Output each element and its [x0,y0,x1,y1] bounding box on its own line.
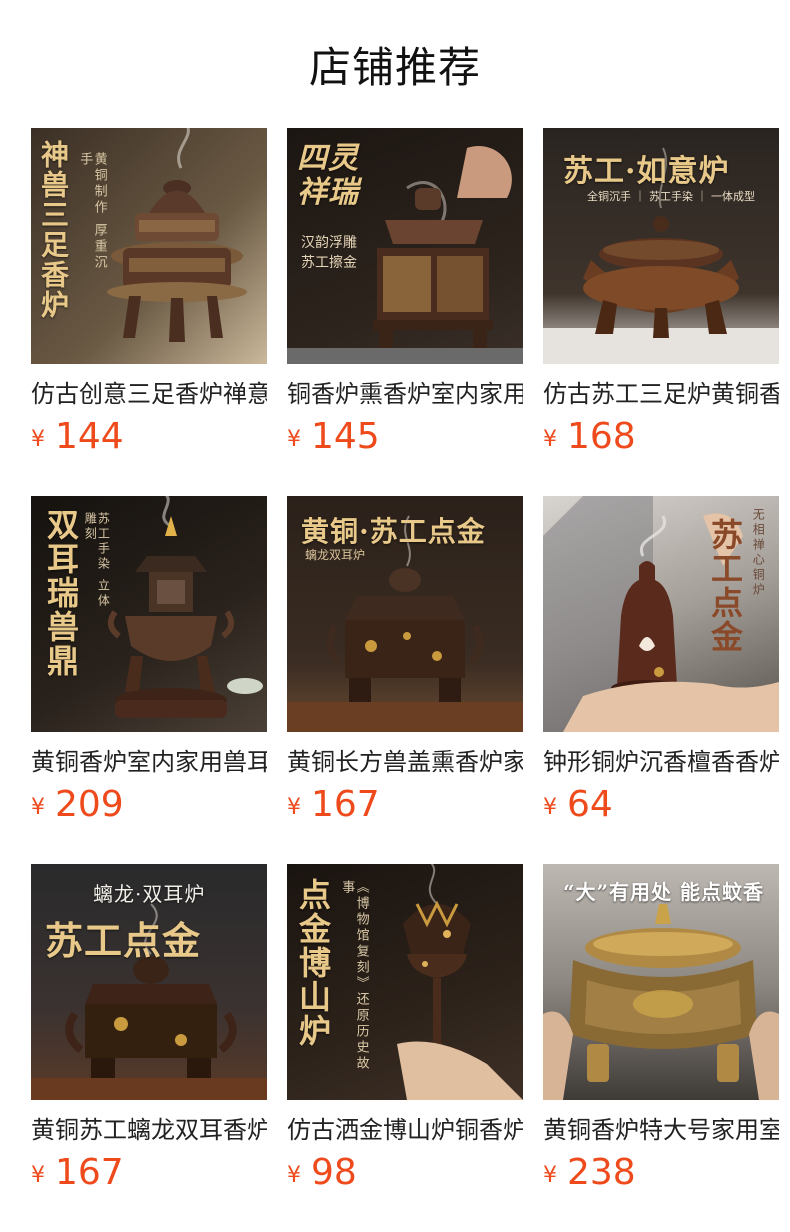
image-headline: 苏工·如意炉 [563,154,730,189]
image-headline: 神兽三足香炉 [37,140,70,320]
image-subtext: 《博物馆复刻》还原历史故事 [339,880,369,1072]
image-subtext: 全铜沉手 ｜ 苏工手染 ｜ 一体成型 [587,190,755,203]
product-image[interactable]: 苏工·如意炉 全铜沉手 ｜ 苏工手染 ｜ 一体成型 [543,128,779,364]
product-card[interactable]: 苏工·如意炉 全铜沉手 ｜ 苏工手染 ｜ 一体成型 仿古苏工三足炉黄铜香 ¥16… [543,128,779,496]
product-image[interactable]: 双耳瑞兽鼎 苏工手染 立体雕刻 [31,496,267,732]
price-value: 144 [55,416,124,457]
product-card[interactable]: 神兽三足香炉 黄铜制作 厚重沉手 仿古创意三足香炉禅意 ¥144 [31,128,267,496]
currency-symbol: ¥ [287,795,301,820]
product-card[interactable]: 黄铜·苏工点金 螭龙双耳炉 黄铜长方兽盖熏香炉家 ¥167 [287,496,523,864]
image-subtext: 螭龙双耳炉 [305,548,366,562]
product-price: ¥168 [543,416,636,460]
price-value: 209 [55,784,124,825]
image-subtext: 螭龙·双耳炉 [93,882,206,906]
image-headline: 四灵祥瑞 [297,141,359,210]
product-name[interactable]: 黄铜苏工螭龙双耳香炉 [31,1114,267,1146]
product-price: ¥145 [287,416,380,460]
product-name[interactable]: 仿古创意三足香炉禅意 [31,378,267,410]
currency-symbol: ¥ [287,1163,301,1188]
product-price: ¥64 [543,784,613,828]
product-name[interactable]: 黄铜长方兽盖熏香炉家 [287,746,523,778]
image-subtext-1: 汉韵浮雕 [301,235,357,251]
product-card[interactable]: 四灵祥瑞 汉韵浮雕 苏工擦金 铜香炉熏香炉室内家用 ¥145 [287,128,523,496]
product-card[interactable]: 苏工点金 无相禅心铜炉 钟形铜炉沉香檀香香炉 ¥64 [543,496,779,864]
product-price: ¥98 [287,1152,357,1196]
product-name[interactable]: 钟形铜炉沉香檀香香炉 [543,746,779,778]
image-headline: 苏工点金 [706,518,744,654]
product-image[interactable]: 点金博山炉 《博物馆复刻》还原历史故事 [287,864,523,1100]
image-headline: 双耳瑞兽鼎 [42,508,80,678]
store-recommendations-page: 店铺推荐 神兽三足香炉 黄铜制作 厚重沉手 仿古创意三足香炉禅意 ¥ 144 四… [0,0,790,1232]
product-grid: 神兽三足香炉 黄铜制作 厚重沉手 仿古创意三足香炉禅意 ¥144 四灵祥瑞 汉韵… [31,128,781,1232]
product-name[interactable]: 黄铜香炉室内家用兽耳 [31,746,267,778]
product-name[interactable]: 铜香炉熏香炉室内家用 [287,378,523,410]
product-price: ¥167 [31,1152,124,1196]
currency-symbol: ¥ [543,1163,557,1188]
product-card[interactable]: 点金博山炉 《博物馆复刻》还原历史故事 仿古洒金博山炉铜香炉 ¥98 [287,864,523,1232]
product-card[interactable]: 螭龙·双耳炉 苏工点金 黄铜苏工螭龙双耳香炉 ¥167 [31,864,267,1232]
image-headline: “大”有用处 能点蚊香 [563,880,764,904]
price-value: 145 [311,416,380,457]
currency-symbol: ¥ [31,795,45,820]
price-value: 64 [567,784,613,825]
image-headline: 苏工点金 [45,918,202,963]
product-image[interactable]: 螭龙·双耳炉 苏工点金 [31,864,267,1100]
price-value: 238 [567,1152,636,1193]
page-title: 店铺推荐 [308,43,481,92]
product-price: ¥144 [31,416,124,460]
product-card[interactable]: “大”有用处 能点蚊香 黄铜香炉特大号家用室 ¥238 [543,864,779,1232]
product-price: ¥238 [543,1152,636,1196]
currency-symbol: ¥ [31,1163,45,1188]
image-subtext-2: 苏工擦金 [301,255,357,271]
price-value: 167 [55,1152,124,1193]
currency-symbol: ¥ [287,427,301,452]
product-image[interactable]: 四灵祥瑞 汉韵浮雕 苏工擦金 [287,128,523,364]
price-value: 168 [567,416,636,457]
product-image[interactable]: 黄铜·苏工点金 螭龙双耳炉 [287,496,523,732]
image-headline: 点金博山炉 [294,878,332,1048]
currency-symbol: ¥ [543,795,557,820]
image-subtext: 无相禅心铜炉 [751,508,766,598]
product-image[interactable]: 苏工点金 无相禅心铜炉 [543,496,779,732]
price-value: 167 [311,784,380,825]
product-name[interactable]: 黄铜香炉特大号家用室 [543,1114,779,1146]
image-headline: 黄铜·苏工点金 [301,515,486,548]
price-value: 98 [311,1152,357,1193]
product-price: ¥167 [287,784,380,828]
product-name[interactable]: 仿古苏工三足炉黄铜香 [543,378,779,410]
currency-symbol: ¥ [543,427,557,452]
product-image[interactable]: “大”有用处 能点蚊香 [543,864,779,1100]
image-subtext: 黄铜制作 厚重沉手 [77,152,107,272]
product-price: ¥209 [31,784,124,828]
image-subtext: 苏工手染 立体雕刻 [83,512,111,609]
product-card[interactable]: 双耳瑞兽鼎 苏工手染 立体雕刻 黄铜香炉室内家用兽耳 ¥209 [31,496,267,864]
product-image[interactable]: 神兽三足香炉 黄铜制作 厚重沉手 [31,128,267,364]
currency-symbol: ¥ [31,427,45,452]
product-name[interactable]: 仿古洒金博山炉铜香炉 [287,1114,523,1146]
